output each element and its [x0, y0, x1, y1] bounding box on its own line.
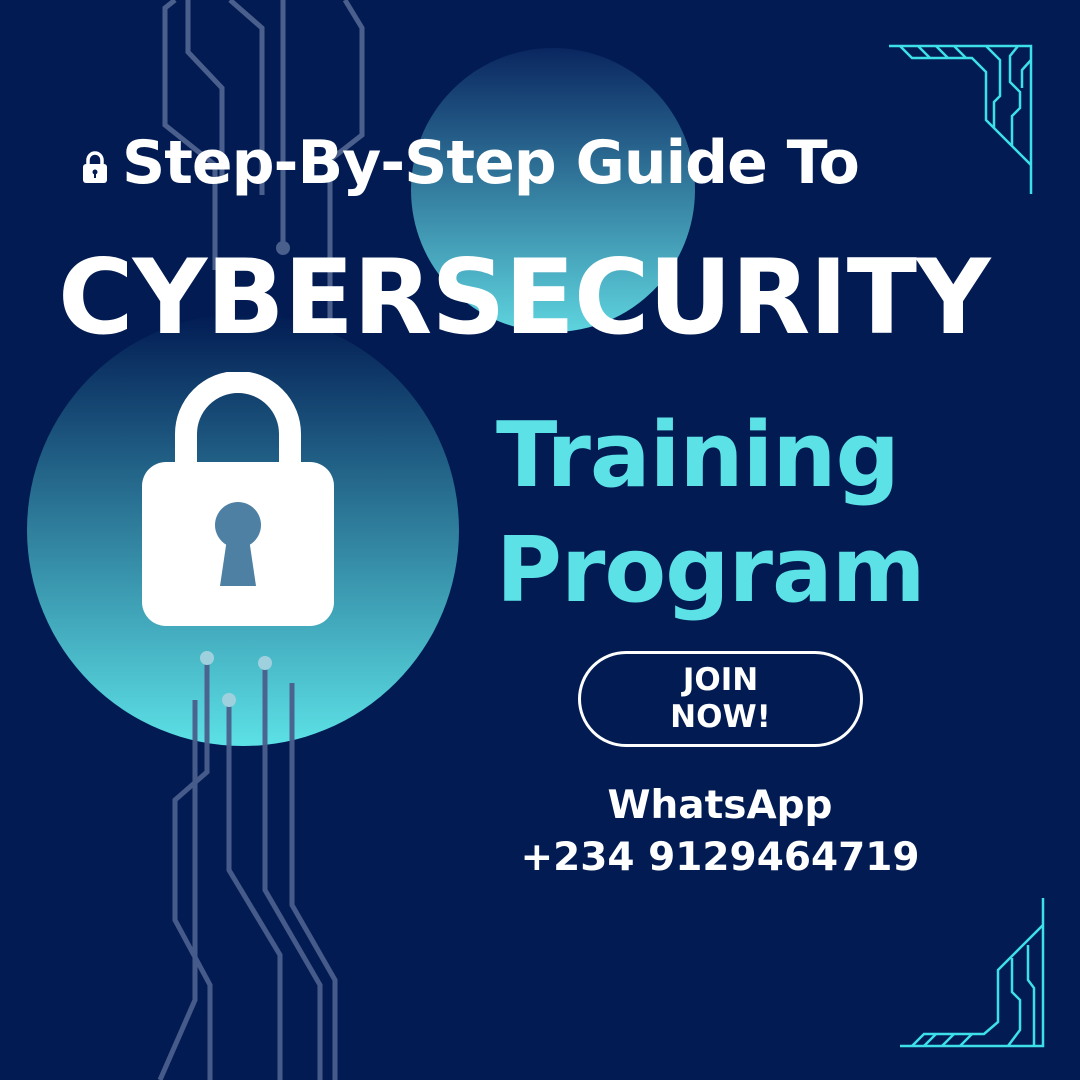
circuit-corner-bottom-right: [900, 898, 1045, 1048]
circuit-dot: [222, 693, 236, 707]
join-now-line2: NOW!: [670, 699, 771, 735]
contact-phone: +234 9129464719: [520, 835, 920, 880]
padlock-icon: [142, 372, 334, 626]
subtitle: Step-By-Step Guide To: [122, 128, 860, 198]
circuit-dot: [258, 656, 272, 670]
program-heading-line2: Program: [496, 518, 925, 623]
program-heading: Training Program: [496, 398, 925, 628]
circuit-corner-top-right: [889, 44, 1033, 194]
join-now-button[interactable]: JOIN NOW!: [578, 651, 863, 747]
page-title: CYBERSECURITY: [58, 238, 991, 358]
contact-label: WhatsApp: [607, 783, 833, 828]
join-now-line1: JOIN: [682, 662, 759, 698]
circuit-dot: [200, 651, 214, 665]
contact-info: WhatsApp +234 9129464719: [490, 780, 950, 884]
lock-icon: [83, 151, 107, 183]
program-heading-line1: Training: [496, 403, 900, 508]
